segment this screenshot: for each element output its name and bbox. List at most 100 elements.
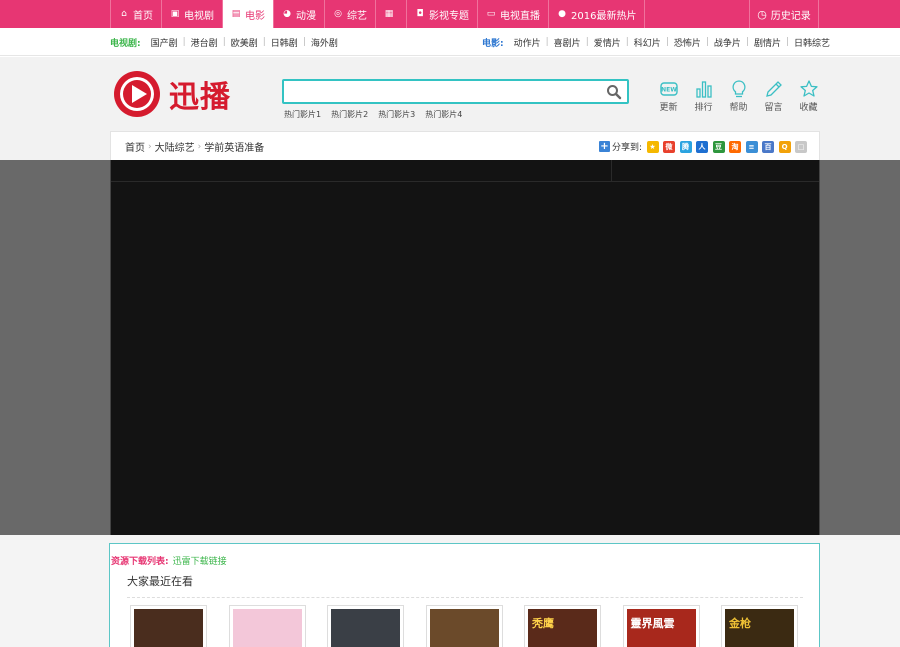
- chevron-right-icon: ›: [148, 141, 152, 152]
- tv-category-link[interactable]: 海外剧: [311, 36, 338, 49]
- nav-item-2[interactable]: ▤ 电影: [223, 0, 274, 28]
- baidu-share-icon[interactable]: 百: [762, 140, 775, 153]
- ranking-button[interactable]: 排行: [686, 79, 721, 113]
- tv-category-links: 电视剧: 国产剧 | 港台剧 | 欧美剧 | 日韩剧 | 海外剧: [110, 28, 338, 56]
- video-player[interactable]: [110, 160, 820, 535]
- breadcrumb-item[interactable]: 学前英语准备: [204, 139, 264, 154]
- separator: |: [262, 37, 266, 47]
- history-button[interactable]: ◷ 历史记录: [749, 0, 819, 28]
- help-button[interactable]: 帮助: [721, 79, 756, 113]
- download-header: 资源下载列表: 迅雷下载链接: [111, 554, 227, 567]
- movie-thumb-7[interactable]: 金枪: [721, 605, 798, 647]
- category-bar: 电视剧: 国产剧 | 港台剧 | 欧美剧 | 日韩剧 | 海外剧 电影: 动作片 | 喜剧片 | 爱情片 | 科…: [0, 28, 900, 56]
- nav-item-label: 电影: [245, 10, 265, 22]
- separator: |: [545, 37, 549, 47]
- separator: |: [585, 37, 589, 47]
- movie-category-link[interactable]: 动作片: [514, 36, 541, 49]
- movie-category-link[interactable]: 爱情片: [594, 36, 621, 49]
- copy-share-icon[interactable]: □: [795, 140, 808, 153]
- search-input[interactable]: [284, 81, 594, 102]
- nav-item-1[interactable]: ▣ 电视剧: [162, 0, 223, 28]
- movie-category-link[interactable]: 恐怖片: [674, 36, 701, 49]
- breadcrumb-item[interactable]: 大陆综艺: [155, 139, 195, 154]
- download-list-label: 资源下载列表:: [111, 557, 169, 567]
- movie-category-link[interactable]: 喜剧片: [554, 36, 581, 49]
- tv-category-link[interactable]: 国产剧: [151, 36, 178, 49]
- search-box: [282, 79, 629, 104]
- poster-title: 秃鹰: [532, 617, 554, 630]
- player-toolbar-separator: [611, 160, 612, 181]
- share-bar: + 分享到: ★ 微腾人豆淘 ≡ 百 Q □: [599, 132, 808, 161]
- nav-item-7[interactable]: ▭ 电视直播: [478, 0, 549, 28]
- tv-series-icon: ▣: [170, 9, 180, 19]
- movie-category-links: 电影: 动作片 | 喜剧片 | 爱情片 | 科幻片 | 恐怖片 | 战争片 | 剧情片 | 日韩综艺: [482, 28, 830, 56]
- separator: |: [302, 37, 306, 47]
- message-pencil-icon: [765, 81, 782, 97]
- movie-category-link[interactable]: 剧情片: [754, 36, 781, 49]
- breadcrumb-bar: 首页 › 大陆综艺 › 学前英语准备 + 分享到: ★ 微腾人豆淘 ≡ 百 Q □: [110, 131, 820, 160]
- douban-share-icon[interactable]: 豆: [712, 140, 725, 153]
- breadcrumb-item[interactable]: 首页: [125, 139, 145, 154]
- movie-category-link[interactable]: 日韩综艺: [794, 36, 830, 49]
- share-label: 分享到:: [612, 143, 643, 153]
- nav-item-label: 电视直播: [500, 10, 540, 22]
- topic-icon: ◘: [416, 9, 424, 19]
- nav-item-6[interactable]: ◘ 影视专题: [407, 0, 478, 28]
- tool-label: 排行: [694, 103, 713, 113]
- site-logo[interactable]: 迅播: [113, 70, 253, 118]
- help-bulb-icon: [731, 80, 746, 98]
- search-icon[interactable]: [606, 84, 622, 100]
- photo-icon: ▦: [384, 9, 394, 19]
- movie-thumb-5[interactable]: 秃鹰: [524, 605, 601, 647]
- main-nav: ⌂ 首页 ▣ 电视剧 ▤ 电影 ◕ 动漫 ◎ 综艺 ▦ ◘ 影视专题 ▭ 电视直播 ● 2016最新热片: [110, 0, 646, 28]
- update-button[interactable]: NEW 更新: [651, 79, 686, 113]
- clock-icon: ◷: [757, 7, 767, 21]
- separator: |: [786, 37, 790, 47]
- qq-share-icon[interactable]: Q: [778, 140, 791, 153]
- nav-item-5[interactable]: ▦: [376, 0, 407, 28]
- svg-text:NEW: NEW: [661, 87, 677, 94]
- header-tools: NEW 更新 排行 帮助 留言 收藏: [651, 79, 826, 113]
- movie-thumb-2[interactable]: [228, 605, 306, 647]
- hot-movie-link[interactable]: 热门影片2: [331, 109, 368, 120]
- nav-item-label: 综艺: [347, 10, 367, 22]
- thunder-download-link[interactable]: 迅雷下载链接: [173, 557, 227, 567]
- tencent-weibo-share-icon[interactable]: 腾: [679, 140, 692, 153]
- new-update-icon: NEW: [659, 82, 678, 96]
- qzone-share-icon[interactable]: ★: [646, 140, 659, 153]
- nav-item-label: 首页: [133, 10, 153, 22]
- weibo-share-icon[interactable]: 微: [663, 140, 676, 153]
- email-share-icon[interactable]: ≡: [745, 140, 758, 153]
- nav-item-3[interactable]: ◕ 动漫: [274, 0, 325, 28]
- movie-thumb-1[interactable]: [130, 605, 207, 647]
- tv-category-link[interactable]: 日韩剧: [271, 36, 298, 49]
- movie-thumb-3[interactable]: [327, 605, 404, 647]
- tv-category-link[interactable]: 港台剧: [191, 36, 218, 49]
- tv-category-title: 电视剧:: [110, 38, 141, 49]
- chat-icon: ●: [558, 9, 566, 19]
- hot-movie-link[interactable]: 热门影片4: [425, 109, 462, 120]
- recent-thumbnails: 秃鹰 靈界風雲 金枪: [130, 605, 820, 647]
- message-button[interactable]: 留言: [756, 79, 791, 113]
- tv-category-link[interactable]: 欧美剧: [231, 36, 258, 49]
- share-plus-icon[interactable]: +: [599, 141, 610, 152]
- favorite-button[interactable]: 收藏: [791, 79, 826, 113]
- movie-thumb-4[interactable]: [425, 605, 503, 647]
- renren-share-icon[interactable]: 人: [696, 140, 709, 153]
- nav-item-label: 电视剧: [184, 10, 214, 22]
- hot-movie-links: 热门影片1 热门影片2 热门影片3 热门影片4: [284, 109, 472, 120]
- movie-category-link[interactable]: 战争片: [714, 36, 741, 49]
- hot-movie-link[interactable]: 热门影片1: [284, 109, 321, 120]
- nav-item-8[interactable]: ● 2016最新热片: [549, 0, 646, 28]
- movie-poster: 靈界風雲: [626, 609, 696, 647]
- movie-poster: 金枪: [725, 609, 794, 647]
- ranking-icon: [695, 81, 712, 98]
- taobao-share-icon[interactable]: 淘: [729, 140, 742, 153]
- movie-category-link[interactable]: 科幻片: [634, 36, 661, 49]
- hot-movie-link[interactable]: 热门影片3: [378, 109, 415, 120]
- poster-title: 靈界風雲: [630, 617, 675, 630]
- nav-item-4[interactable]: ◎ 综艺: [325, 0, 376, 28]
- nav-item-0[interactable]: ⌂ 首页: [110, 0, 162, 28]
- movie-thumb-6[interactable]: 靈界風雲: [622, 605, 700, 647]
- separator: |: [182, 37, 186, 47]
